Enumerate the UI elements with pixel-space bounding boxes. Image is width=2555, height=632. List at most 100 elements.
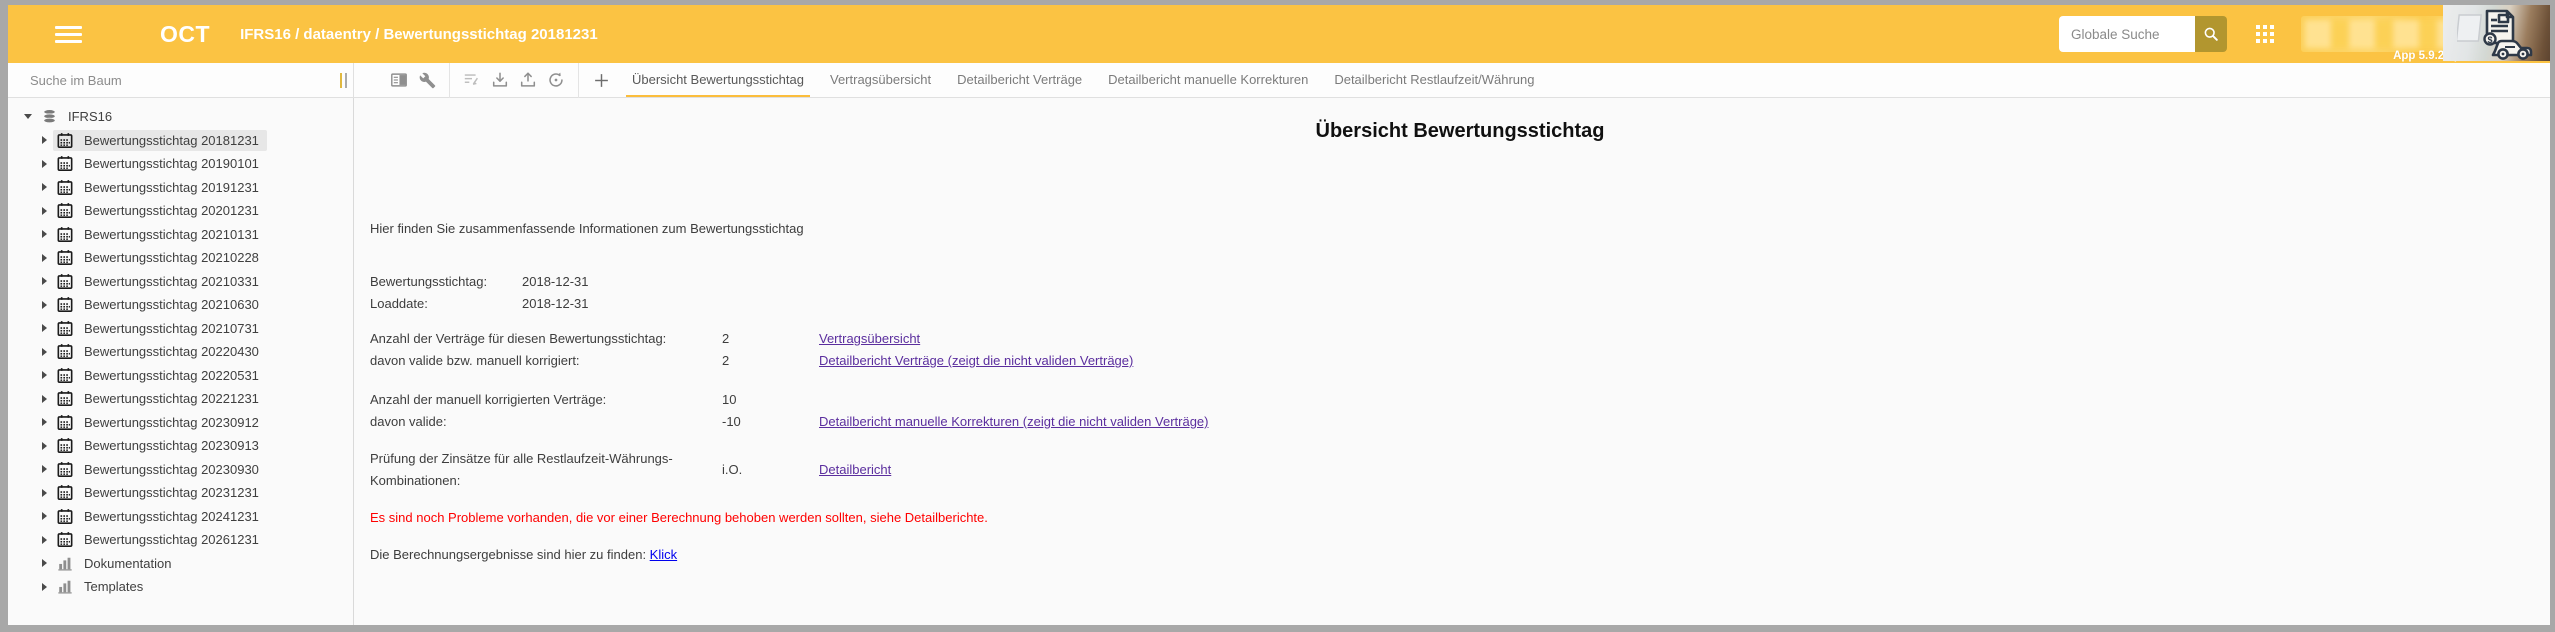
calendar-icon: [56, 178, 74, 197]
tree-item-label: Bewertungsstichtag 20230913: [84, 438, 259, 453]
apps-grid-icon[interactable]: [2256, 25, 2274, 43]
tree-item-20190101[interactable]: Bewertungsstichtag 20190101: [8, 152, 353, 176]
caret-icon[interactable]: [23, 114, 33, 119]
tree-item-20230930[interactable]: Bewertungsstichtag 20230930: [8, 458, 353, 482]
caret-icon[interactable]: [39, 371, 49, 379]
interest-check-section: Prüfung der Zinsätze für alle Restlaufze…: [370, 448, 1770, 492]
klick-link[interactable]: Klick: [650, 547, 677, 562]
caret-icon[interactable]: [39, 136, 49, 144]
svg-text:$: $: [2487, 35, 2492, 45]
history-button[interactable]: [547, 71, 565, 89]
search-button[interactable]: [2195, 16, 2227, 52]
tree-item-label: IFRS16: [68, 109, 112, 124]
tree-item-label: Bewertungsstichtag 20241231: [84, 509, 259, 524]
calendar-icon: [56, 154, 74, 173]
breadcrumb: IFRS16 / dataentry / Bewertungsstichtag …: [240, 26, 598, 43]
caret-icon[interactable]: [39, 512, 49, 520]
tree-item-label: Bewertungsstichtag 20210630: [84, 297, 259, 312]
caret-icon[interactable]: [39, 230, 49, 238]
calendar-icon: [56, 319, 74, 338]
result-line: Die Berechnungsergebnisse sind hier zu f…: [370, 544, 2550, 566]
tree-item-templates[interactable]: Templates: [8, 575, 353, 599]
tree-item-20210331[interactable]: Bewertungsstichtag 20210331: [8, 270, 353, 294]
caret-icon[interactable]: [39, 160, 49, 168]
global-search-input[interactable]: [2059, 16, 2195, 52]
caret-icon[interactable]: [39, 536, 49, 544]
tree-item-20230912[interactable]: Bewertungsstichtag 20230912: [8, 411, 353, 435]
caret-icon[interactable]: [39, 324, 49, 332]
add-tab-button[interactable]: [592, 71, 610, 89]
tree-item-label: Bewertungsstichtag 20181231: [84, 133, 259, 148]
tree-item-20221231[interactable]: Bewertungsstichtag 20221231: [8, 387, 353, 411]
hamburger-menu-icon[interactable]: [55, 22, 82, 47]
tree-search-input[interactable]: [8, 72, 288, 89]
navigation-tree: IFRS16 Bewertungsstichtag 20181231 Bewertu…: [8, 98, 354, 625]
calendar-icon: [56, 295, 74, 314]
vertragsuebersicht-link[interactable]: Vertragsübersicht: [819, 331, 920, 346]
caret-icon[interactable]: [39, 254, 49, 262]
tree-item-20191231[interactable]: Bewertungsstichtag 20191231: [8, 176, 353, 200]
settings-button[interactable]: [418, 71, 436, 89]
detailbericht-link[interactable]: Detailbericht: [819, 462, 891, 477]
tree-item-20261231[interactable]: Bewertungsstichtag 20261231: [8, 528, 353, 552]
row-value: 2: [722, 328, 819, 350]
caret-icon[interactable]: [39, 489, 49, 497]
info-value: 2018-12-31: [522, 271, 1270, 293]
tree-item-20220430[interactable]: Bewertungsstichtag 20220430: [8, 340, 353, 364]
detailbericht-korrekturen-link[interactable]: Detailbericht manuelle Korrekturen (zeig…: [819, 414, 1208, 429]
tree-item-20210228[interactable]: Bewertungsstichtag 20210228: [8, 246, 353, 270]
calendar-icon: [56, 530, 74, 549]
caret-icon[interactable]: [39, 183, 49, 191]
toolbar-separator: [578, 63, 579, 98]
caret-icon[interactable]: [39, 559, 49, 567]
row-value: -10: [722, 411, 819, 433]
contracts-section: Anzahl der Verträge für diesen Bewertung…: [370, 328, 1770, 372]
tree-root-ifrs16[interactable]: IFRS16: [8, 105, 353, 129]
tree-item-20231231[interactable]: Bewertungsstichtag 20231231: [8, 481, 353, 505]
history-icon: [547, 71, 565, 89]
caret-icon[interactable]: [39, 207, 49, 215]
panel-toggle-icon: [390, 71, 408, 89]
page-title: Übersicht Bewertungsstichtag: [370, 118, 2550, 144]
tab-detailbericht-verträge[interactable]: Detailbericht Verträge: [944, 63, 1095, 97]
panel-toggle-button[interactable]: [390, 71, 408, 89]
tab-übersicht-bewertungsstichtag[interactable]: Übersicht Bewertungsstichtag: [619, 63, 817, 97]
calendar-icon: [56, 248, 74, 267]
panel-splitter-handle[interactable]: [338, 73, 348, 88]
tree-item-20220531[interactable]: Bewertungsstichtag 20220531: [8, 364, 353, 388]
info-value: 2018-12-31: [522, 293, 1270, 315]
caret-icon[interactable]: [39, 442, 49, 450]
tab-detailbericht-restlaufzeit-währung[interactable]: Detailbericht Restlaufzeit/Währung: [1321, 63, 1547, 97]
upload-button[interactable]: [519, 71, 537, 89]
calendar-icon: [56, 483, 74, 502]
caret-icon[interactable]: [39, 465, 49, 473]
caret-icon[interactable]: [39, 301, 49, 309]
calendar-icon: [56, 342, 74, 361]
row-label: Prüfung der Zinsätze für alle Restlaufze…: [370, 448, 722, 492]
tab-vertragsübersicht[interactable]: Vertragsübersicht: [817, 63, 944, 97]
row-value: 10: [722, 389, 819, 411]
tree-item-20210731[interactable]: Bewertungsstichtag 20210731: [8, 317, 353, 341]
chart-icon: [57, 578, 73, 595]
tree-item-20230913[interactable]: Bewertungsstichtag 20230913: [8, 434, 353, 458]
tree-item-dokumentation[interactable]: Dokumentation: [8, 552, 353, 576]
detailbericht-vertraege-link[interactable]: Detailbericht Verträge (zeigt die nicht …: [819, 353, 1133, 368]
caret-icon[interactable]: [39, 583, 49, 591]
tree-item-20181231[interactable]: Bewertungsstichtag 20181231: [8, 129, 353, 153]
tab-detailbericht-manuelle-korrekturen[interactable]: Detailbericht manuelle Korrekturen: [1095, 63, 1321, 97]
download-button[interactable]: [491, 71, 509, 89]
tree-item-20201231[interactable]: Bewertungsstichtag 20201231: [8, 199, 353, 223]
calendar-icon: [56, 460, 74, 479]
caret-icon[interactable]: [39, 348, 49, 356]
tree-item-20241231[interactable]: Bewertungsstichtag 20241231: [8, 505, 353, 529]
collapse-tree-icon: [463, 71, 481, 89]
caret-icon[interactable]: [39, 395, 49, 403]
tree-item-20210630[interactable]: Bewertungsstichtag 20210630: [8, 293, 353, 317]
tree-item-label: Bewertungsstichtag 20210228: [84, 250, 259, 265]
collapse-tree-button[interactable]: [463, 71, 481, 89]
tree-item-label: Templates: [84, 579, 143, 594]
caret-icon[interactable]: [39, 418, 49, 426]
toolbar: [354, 63, 615, 97]
caret-icon[interactable]: [39, 277, 49, 285]
tree-item-20210131[interactable]: Bewertungsstichtag 20210131: [8, 223, 353, 247]
